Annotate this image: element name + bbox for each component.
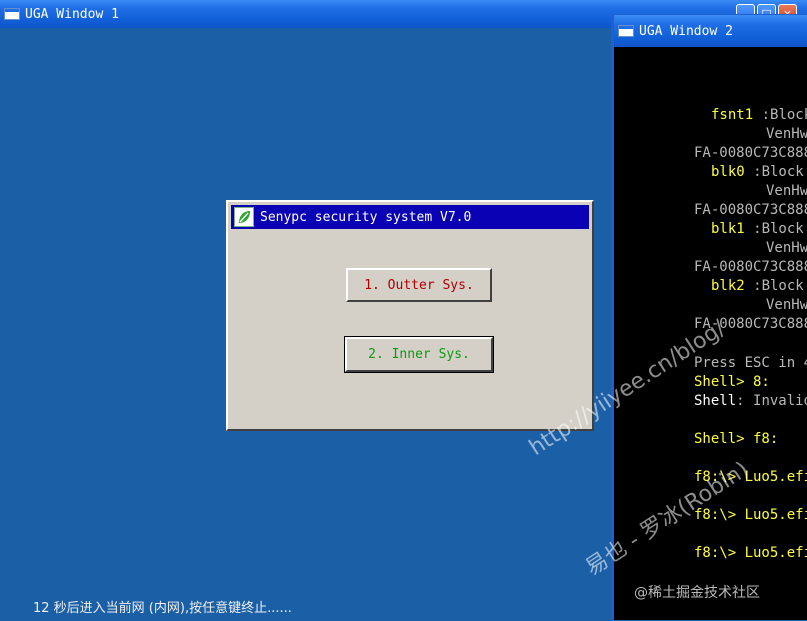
- console-token: :Block: [744, 278, 804, 294]
- console-line: VenHw: [766, 126, 807, 142]
- window2-title: UGA Window 2: [639, 23, 733, 39]
- console-token: : Invalid: [736, 393, 807, 409]
- console-line: blk0 :Block: [711, 164, 804, 181]
- console-line: blk1 :Block: [711, 221, 804, 238]
- window1-title: UGA Window 1: [25, 6, 119, 22]
- console-line: VenHw: [766, 240, 807, 256]
- console-line: FA-0080C73C888: [694, 202, 807, 218]
- console-line: fsnt1 :Block: [711, 107, 807, 124]
- dialog-titlebar: Senypc security system V7.0: [231, 205, 589, 229]
- console-line: VenHw: [766, 183, 807, 199]
- console-token: :Block: [744, 164, 804, 180]
- security-dialog: Senypc security system V7.0 1. Outter Sy…: [226, 200, 594, 431]
- outter-sys-button[interactable]: 1. Outter Sys.: [346, 268, 492, 302]
- console-token: blk1: [711, 221, 745, 237]
- dialog-title: Senypc security system V7.0: [260, 209, 472, 225]
- run-command-line: f8:\> Luo5.efi: [694, 507, 807, 523]
- shell-prompt-line: Shell> f8:: [694, 431, 779, 447]
- console-token: fsnt1: [711, 107, 754, 123]
- countdown-status: 12 秒后进入当前网 (内网),按任意键终止......: [33, 601, 292, 616]
- window-icon: [618, 25, 634, 37]
- console-token: Shell: [694, 393, 737, 409]
- console-line: blk2 :Block: [711, 278, 804, 295]
- shell-invalid-line: Shell: Invalid: [694, 393, 807, 410]
- window2-titlebar[interactable]: UGA Window 2: [614, 15, 807, 47]
- run-command-line: f8:\> Luo5.efi: [694, 545, 807, 561]
- leaf-icon: [234, 207, 254, 227]
- watermark-credit: @稀土掘金技术社区: [634, 585, 760, 601]
- shell-prompt-line: Shell> 8:: [694, 374, 770, 390]
- console-line: FA-0080C73C888: [694, 145, 807, 161]
- console-token: blk0: [711, 164, 745, 180]
- console-line: FA-0080C73C888: [694, 259, 807, 275]
- window-icon: [4, 8, 20, 20]
- press-esc-line: Press ESC in 4: [694, 355, 807, 371]
- console-line: VenHw: [766, 297, 807, 313]
- inner-sys-button[interactable]: 2. Inner Sys.: [344, 336, 494, 373]
- console-token: :Block: [753, 107, 807, 123]
- console-token: blk2: [711, 278, 745, 294]
- console-token: :Block: [744, 221, 804, 237]
